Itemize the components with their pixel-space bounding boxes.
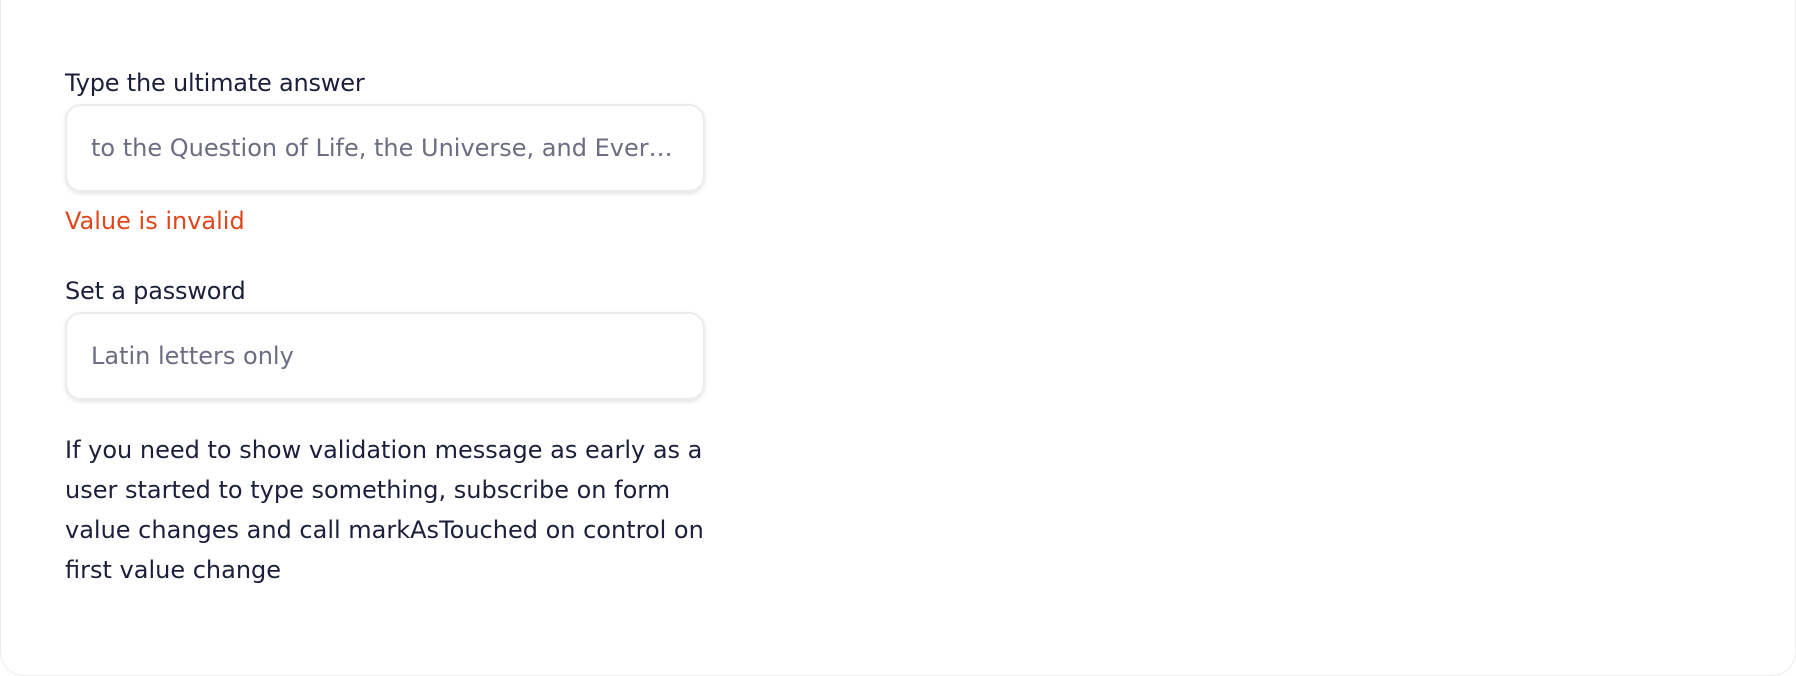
answer-input-wrapper[interactable]: [65, 104, 705, 192]
password-field-label: Set a password: [65, 277, 246, 305]
example-container: Type the ultimate answer Value is invali…: [0, 0, 1796, 676]
validation-form: Type the ultimate answer Value is invali…: [65, 66, 705, 614]
answer-input[interactable]: [91, 134, 679, 162]
answer-field-label: Type the ultimate answer: [65, 69, 365, 97]
answer-error-message: Value is invalid: [65, 207, 245, 235]
password-input-wrapper[interactable]: [65, 312, 705, 400]
validation-help-text: If you need to show validation message a…: [65, 436, 704, 584]
password-input[interactable]: [91, 342, 679, 370]
